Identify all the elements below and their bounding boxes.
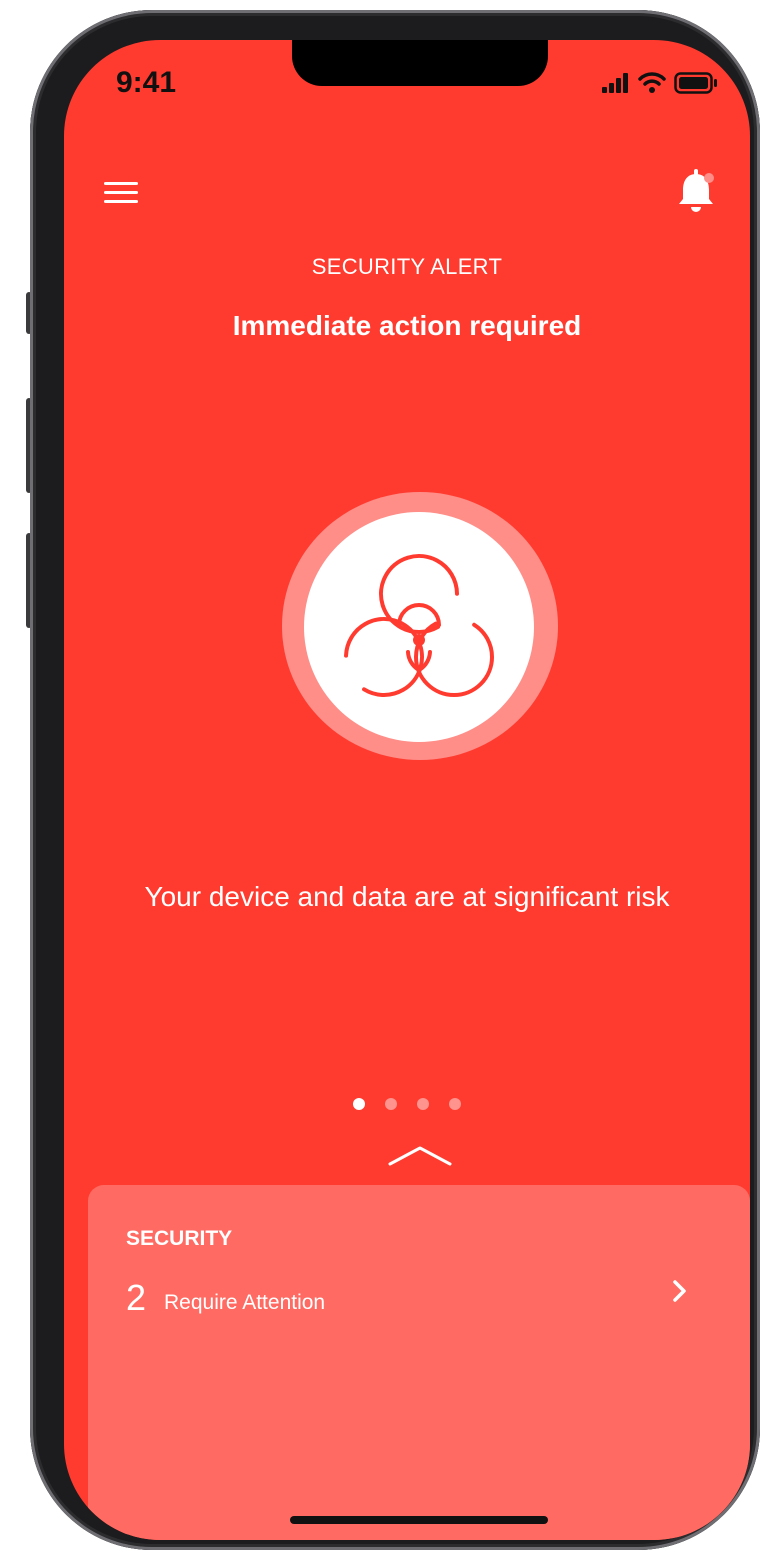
alert-title: Immediate action required: [232, 310, 582, 341]
panel-title: SECURITY: [126, 1227, 233, 1250]
page-indicator: [64, 1098, 750, 1110]
status-time: 9:41: [116, 66, 177, 99]
page-dot-4[interactable]: [449, 1098, 461, 1110]
wifi-icon: [638, 72, 666, 93]
risk-message: Your device and data are at significant …: [144, 881, 670, 912]
attention-label: Require Attention: [164, 1291, 326, 1314]
app-screen: 9:41 SECURITY ALERT Immediate action req…: [64, 40, 750, 1540]
bell-icon-glyph: [679, 169, 714, 212]
menu-line: [104, 182, 138, 185]
bell-icon[interactable]: [674, 168, 718, 216]
attention-count: 2: [126, 1277, 147, 1318]
page-dot-3[interactable]: [417, 1098, 429, 1110]
biohazard-icon: [344, 554, 494, 697]
battery-icon: [674, 72, 717, 94]
alert-label: SECURITY ALERT: [311, 254, 503, 279]
menu-line: [104, 191, 138, 194]
notch: [292, 40, 548, 86]
phone-mockup: 9:41 SECURITY ALERT Immediate action req…: [0, 0, 780, 1560]
cellular-signal-icon: [602, 73, 628, 93]
page-dot-2[interactable]: [385, 1098, 397, 1110]
security-panel[interactable]: SECURITY 2 Require Attention: [88, 1185, 750, 1540]
home-indicator[interactable]: [290, 1516, 548, 1524]
page-dot-1[interactable]: [353, 1098, 365, 1110]
chevron-right-icon[interactable]: [670, 1277, 690, 1305]
hamburger-menu-icon[interactable]: [102, 178, 142, 206]
menu-line: [104, 200, 138, 203]
chevron-up-icon[interactable]: [384, 1140, 456, 1170]
status-icons: [602, 70, 718, 96]
